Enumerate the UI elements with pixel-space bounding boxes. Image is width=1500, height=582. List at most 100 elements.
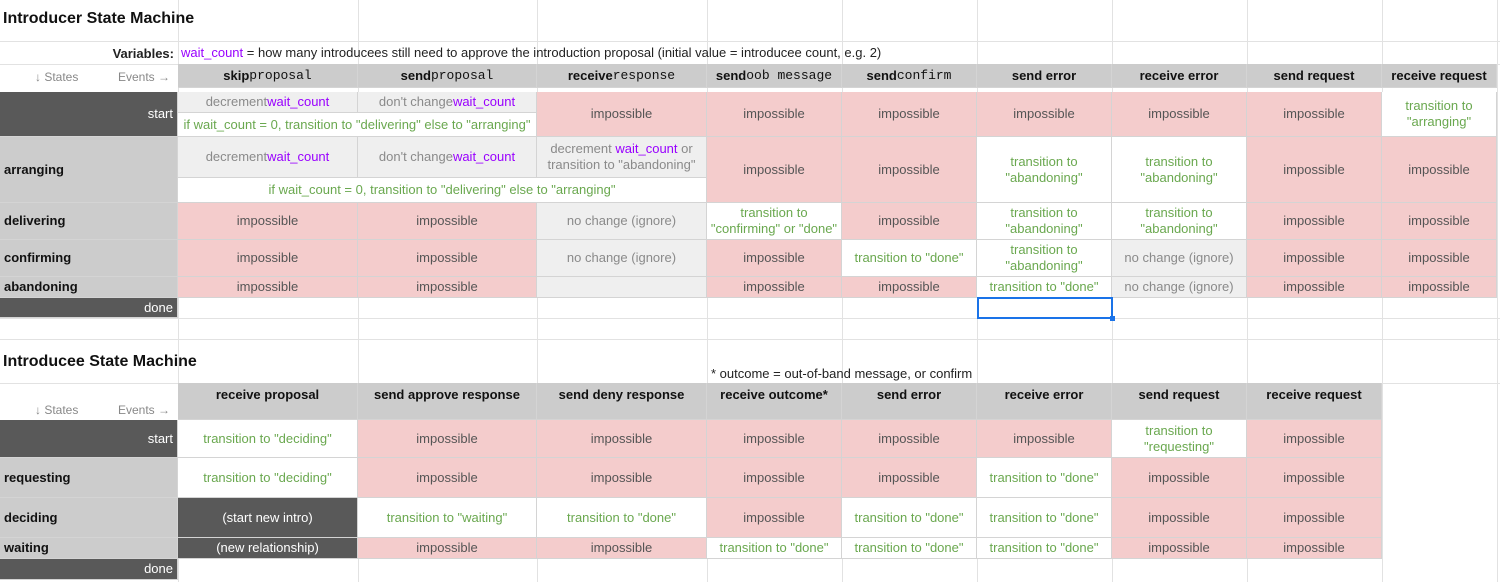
cell-arranging-receive-error[interactable]: transition to "abandoning" xyxy=(1112,137,1247,203)
cell-arranging-receive-request[interactable]: impossible xyxy=(1382,137,1497,203)
cell-start-receive-request[interactable]: transition to "arranging" xyxy=(1382,92,1497,137)
ie-deciding-receive-proposal[interactable]: (start new intro) xyxy=(178,498,358,538)
selected-cell[interactable] xyxy=(977,297,1113,319)
ie-waiting-receive-request[interactable]: impossible xyxy=(1247,538,1382,559)
cell-start-send-proposal[interactable]: don't change wait_count xyxy=(358,92,537,113)
cell-arranging-skip[interactable]: decrement wait_count xyxy=(178,137,358,178)
cell-start-send-request[interactable]: impossible xyxy=(1247,92,1382,137)
cell-delivering-skip[interactable]: impossible xyxy=(178,203,358,240)
header-receive-error[interactable]: receive error xyxy=(1112,64,1247,88)
state-done[interactable]: done xyxy=(0,298,178,318)
cell-abandoning-receive-request[interactable]: impossible xyxy=(1382,277,1497,298)
ie-requesting-receive-proposal[interactable]: transition to "deciding" xyxy=(178,458,358,498)
cell-abandoning-skip[interactable]: impossible xyxy=(178,277,358,298)
ie-requesting-send-error[interactable]: impossible xyxy=(842,458,977,498)
cell-arranging-send-confirm[interactable]: impossible xyxy=(842,137,977,203)
cell-delivering-send-request[interactable]: impossible xyxy=(1247,203,1382,240)
header-introducee-receive-request[interactable]: receive request xyxy=(1247,383,1382,420)
cell-confirming-send-error[interactable]: transition to "abandoning" xyxy=(977,240,1112,277)
ie-deciding-send-request[interactable]: impossible xyxy=(1112,498,1247,538)
ie-deciding-send-error[interactable]: transition to "done" xyxy=(842,498,977,538)
ie-start-receive-proposal[interactable]: transition to "deciding" xyxy=(178,420,358,458)
state-delivering[interactable]: delivering xyxy=(0,203,178,240)
cell-abandoning-send-proposal[interactable]: impossible xyxy=(358,277,537,298)
ie-start-send-request[interactable]: transition to "requesting" xyxy=(1112,420,1247,458)
header-receive-request[interactable]: receive request xyxy=(1382,64,1497,88)
header-receive-proposal[interactable]: receive proposal xyxy=(178,383,358,420)
header-send-deny-response[interactable]: send deny response xyxy=(537,383,707,420)
introducee-state-deciding[interactable]: deciding xyxy=(0,498,178,538)
cell-delivering-send-oob[interactable]: transition to "confirming" or "done" xyxy=(707,203,842,240)
cell-start-receive-error[interactable]: impossible xyxy=(1112,92,1247,137)
introducee-state-requesting[interactable]: requesting xyxy=(0,458,178,498)
header-send-proposal[interactable]: send proposal xyxy=(358,64,537,88)
header-receive-outcome[interactable]: receive outcome* xyxy=(707,383,842,420)
state-confirming[interactable]: confirming xyxy=(0,240,178,277)
cell-confirming-send-confirm[interactable]: transition to "done" xyxy=(842,240,977,277)
cell-confirming-send-oob[interactable]: impossible xyxy=(707,240,842,277)
cell-delivering-receive-error[interactable]: transition to "abandoning" xyxy=(1112,203,1247,240)
state-start[interactable]: start xyxy=(0,92,178,137)
ie-deciding-receive-error[interactable]: transition to "done" xyxy=(977,498,1112,538)
ie-requesting-outcome[interactable]: impossible xyxy=(707,458,842,498)
ie-start-send-error[interactable]: impossible xyxy=(842,420,977,458)
cell-start-send-oob[interactable]: impossible xyxy=(707,92,842,137)
cell-start-wait-rule[interactable]: if wait_count = 0, transition to "delive… xyxy=(178,113,537,137)
cell-abandoning-send-confirm[interactable]: impossible xyxy=(842,277,977,298)
ie-requesting-receive-request[interactable]: impossible xyxy=(1247,458,1382,498)
cell-arranging-wait-rule[interactable]: if wait_count = 0, transition to "delive… xyxy=(178,178,707,203)
ie-waiting-receive-error[interactable]: transition to "done" xyxy=(977,538,1112,559)
cell-start-send-error[interactable]: impossible xyxy=(977,92,1112,137)
ie-requesting-send-request[interactable]: impossible xyxy=(1112,458,1247,498)
cell-confirming-skip[interactable]: impossible xyxy=(178,240,358,277)
cell-delivering-receive-request[interactable]: impossible xyxy=(1382,203,1497,240)
header-send-oob-message[interactable]: send oob message xyxy=(707,64,842,88)
ie-start-receive-request[interactable]: impossible xyxy=(1247,420,1382,458)
cell-abandoning-send-oob[interactable]: impossible xyxy=(707,277,842,298)
cell-abandoning-receive-error[interactable]: no change (ignore) xyxy=(1112,277,1247,298)
cell-arranging-send-proposal[interactable]: don't change wait_count xyxy=(358,137,537,178)
cell-start-receive-response[interactable]: impossible xyxy=(537,92,707,137)
cell-delivering-receive-response[interactable]: no change (ignore) xyxy=(537,203,707,240)
cell-arranging-send-error[interactable]: transition to "abandoning" xyxy=(977,137,1112,203)
ie-deciding-approve[interactable]: transition to "waiting" xyxy=(358,498,537,538)
cell-abandoning-send-request[interactable]: impossible xyxy=(1247,277,1382,298)
introducee-state-done[interactable]: done xyxy=(0,559,178,580)
header-send-request[interactable]: send request xyxy=(1247,64,1382,88)
ie-requesting-approve[interactable]: impossible xyxy=(358,458,537,498)
header-introducee-send-error[interactable]: send error xyxy=(842,383,977,420)
state-abandoning[interactable]: abandoning xyxy=(0,277,178,298)
ie-waiting-receive-proposal[interactable]: (new relationship) xyxy=(178,538,358,559)
ie-waiting-deny[interactable]: impossible xyxy=(537,538,707,559)
cell-confirming-receive-error[interactable]: no change (ignore) xyxy=(1112,240,1247,277)
ie-deciding-receive-request[interactable]: impossible xyxy=(1247,498,1382,538)
cell-arranging-send-request[interactable]: impossible xyxy=(1247,137,1382,203)
ie-start-outcome[interactable]: impossible xyxy=(707,420,842,458)
cell-start-skip[interactable]: decrement wait_count xyxy=(178,92,358,113)
ie-start-receive-error[interactable]: impossible xyxy=(977,420,1112,458)
cell-start-send-confirm[interactable]: impossible xyxy=(842,92,977,137)
ie-waiting-approve[interactable]: impossible xyxy=(358,538,537,559)
fill-handle[interactable] xyxy=(1110,316,1115,321)
cell-confirming-receive-response[interactable]: no change (ignore) xyxy=(537,240,707,277)
ie-requesting-deny[interactable]: impossible xyxy=(537,458,707,498)
ie-waiting-outcome[interactable]: transition to "done" xyxy=(707,538,842,559)
cell-arranging-send-oob[interactable]: impossible xyxy=(707,137,842,203)
header-introducee-send-request[interactable]: send request xyxy=(1112,383,1247,420)
ie-waiting-send-error[interactable]: transition to "done" xyxy=(842,538,977,559)
ie-waiting-send-request[interactable]: impossible xyxy=(1112,538,1247,559)
cell-abandoning-receive-response[interactable] xyxy=(537,277,707,298)
ie-requesting-receive-error[interactable]: transition to "done" xyxy=(977,458,1112,498)
ie-start-approve[interactable]: impossible xyxy=(358,420,537,458)
cell-confirming-send-proposal[interactable]: impossible xyxy=(358,240,537,277)
header-receive-response[interactable]: receive response xyxy=(537,64,707,88)
header-send-error[interactable]: send error xyxy=(977,64,1112,88)
header-send-approve-response[interactable]: send approve response xyxy=(358,383,537,420)
cell-confirming-receive-request[interactable]: impossible xyxy=(1382,240,1497,277)
header-send-confirm[interactable]: send confirm xyxy=(842,64,977,88)
ie-deciding-deny[interactable]: transition to "done" xyxy=(537,498,707,538)
introducee-state-start[interactable]: start xyxy=(0,420,178,458)
introducee-state-waiting[interactable]: waiting xyxy=(0,538,178,559)
cell-delivering-send-error[interactable]: transition to "abandoning" xyxy=(977,203,1112,240)
ie-deciding-outcome[interactable]: impossible xyxy=(707,498,842,538)
